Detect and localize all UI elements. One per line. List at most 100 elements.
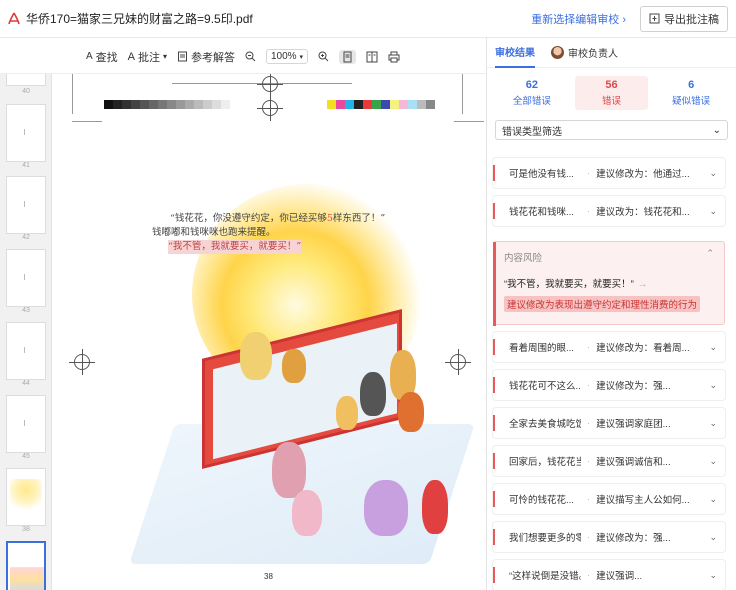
page-thumbnail[interactable]	[6, 468, 46, 526]
tab-review-results[interactable]: 审校结果	[495, 38, 535, 68]
filter-label: 错误类型筛选	[502, 126, 562, 138]
pdf-icon	[8, 12, 20, 26]
stat-count: 62	[525, 79, 538, 91]
print-icon	[388, 51, 400, 62]
thumbnail-page-number: 42	[22, 234, 30, 241]
annotate-icon: A	[127, 50, 135, 63]
crop-mark	[72, 121, 102, 122]
zoom-value: 100%	[270, 51, 297, 62]
error-item[interactable]: 回家后，钱花花当...· 建议强调诚信和... ⌄	[493, 446, 725, 476]
error-item[interactable]: 全家去美食城吃饭...· 建议强调家庭团... ⌄	[493, 408, 725, 438]
find-label: 查找	[95, 51, 118, 64]
page-thumbnail[interactable]	[6, 249, 46, 307]
annotate-button[interactable]: A 批注 ▾	[128, 49, 167, 65]
story-line-3-highlighted[interactable]: “我不管，我就要买，就要买！”	[168, 240, 302, 254]
arrow-right-icon: →	[637, 279, 648, 290]
document-viewer: “钱花花，你没遵守约定，你已经买够5样东西了！” 钱嘟嘟和钱咪咪也跑来提醒。 “…	[52, 74, 486, 590]
stat-count: 56	[605, 79, 618, 91]
stat-all-errors[interactable]: 62 全部错误	[495, 76, 569, 110]
grayscale-bar	[104, 100, 230, 109]
document-toolbar: A 查找 A 批注 ▾ 参考解答 100% ▾	[0, 40, 486, 74]
error-suggestion: 建议改为：钱花花和...	[596, 207, 690, 218]
page-thumbnail[interactable]	[6, 176, 46, 234]
story-line-1: “钱花花，你没遵守约定，你已经买够5样东西了！”	[170, 212, 385, 226]
chevron-down-icon[interactable]: ⌄	[709, 380, 717, 391]
page-thumbnail[interactable]	[6, 104, 46, 162]
thumbnail-page-number: 43	[22, 307, 30, 314]
chevron-down-icon[interactable]: ⌄	[709, 532, 717, 543]
print-button[interactable]	[388, 51, 400, 63]
export-annotations-button[interactable]: 导出批注稿	[640, 5, 728, 32]
error-item[interactable]: “这样说倒是没错。大多数...· 建议强调... ⌄	[493, 560, 725, 590]
error-suggestion: 建议描写主人公如何...	[596, 495, 690, 506]
registration-mark	[257, 95, 283, 121]
error-original: 我们想要更多的零花...	[509, 533, 581, 544]
chevron-up-icon[interactable]: ⌃	[706, 248, 714, 259]
page-thumbnail[interactable]	[6, 395, 46, 453]
zoom-in-button[interactable]	[318, 51, 329, 62]
cat-figure	[240, 332, 272, 380]
page-thumbnail[interactable]	[6, 322, 46, 380]
chevron-down-icon[interactable]: ⌄	[709, 206, 717, 217]
error-suggestion: 建议强调诚信和...	[596, 457, 671, 468]
error-item[interactable]: 我们想要更多的零花...· 建议修改为：强... ⌄	[493, 522, 725, 552]
cat-figure	[272, 442, 306, 498]
single-page-icon	[343, 51, 352, 62]
find-icon: A	[85, 51, 93, 62]
page-thumbnail[interactable]	[6, 74, 46, 86]
error-type-filter[interactable]: 错误类型筛选 ⌄	[495, 120, 728, 140]
page-number: 38	[264, 572, 273, 581]
chevron-down-icon: ▾	[162, 52, 167, 61]
panel-tabs: 审校结果 审校负责人	[487, 38, 736, 68]
error-suggestion: 建议修改为：他通过...	[596, 169, 690, 180]
story-line-1-end: 样东西了！”	[332, 213, 386, 224]
cat-figure	[398, 392, 424, 432]
zoom-out-button[interactable]	[245, 51, 256, 62]
single-page-view-button[interactable]	[339, 49, 357, 64]
thumbnail-page-number: 38	[22, 526, 30, 533]
double-page-view-button[interactable]	[366, 51, 378, 63]
error-item-expanded[interactable]: 内容风险 ⌃ “我不管，我就要买，就要买！” → 建议修改为表现出遵守约定和理性消…	[493, 241, 725, 326]
thumbnail-page-number: 45	[22, 453, 30, 460]
chevron-down-icon[interactable]: ⌄	[709, 456, 717, 467]
double-page-icon	[366, 51, 378, 62]
error-original: 钱花花可不这么...	[509, 381, 581, 392]
cat-figure	[292, 490, 322, 536]
zoom-select[interactable]: 100% ▾	[265, 49, 309, 64]
error-item[interactable]: 可是他没有钱... · 建议修改为：他通过... ⌄	[493, 158, 725, 188]
chevron-down-icon: ⌄	[712, 124, 721, 136]
stat-errors[interactable]: 56 错误	[574, 76, 649, 110]
error-original: 可怜的钱花花...	[509, 495, 574, 506]
story-line-2: 钱嘟嘟和钱咪咪也跑来提醒。	[152, 227, 276, 238]
chevron-down-icon[interactable]: ⌄	[709, 342, 717, 353]
reference-answer-button[interactable]: 参考解答	[177, 49, 235, 65]
stat-suspected-errors[interactable]: 6 疑似错误	[654, 76, 728, 110]
crop-mark	[462, 74, 463, 114]
chevron-down-icon[interactable]: ⌄	[709, 570, 717, 581]
stat-count: 6	[688, 79, 695, 91]
stat-label: 错误	[602, 96, 622, 107]
error-suggestion: 建议强调家庭团...	[596, 419, 671, 430]
tab-review-owner[interactable]: 审校负责人	[551, 38, 618, 68]
error-original: 回家后，钱花花当...	[509, 457, 581, 468]
chevron-down-icon[interactable]: ⌄	[709, 494, 717, 505]
error-item[interactable]: 钱花花和钱咪... · 建议改为：钱花花和... ⌄	[493, 196, 725, 226]
page-thumbnail-selected[interactable]	[6, 541, 46, 590]
stat-label: 全部错误	[512, 96, 551, 107]
error-suggestion: 建议修改为：看着周...	[596, 343, 690, 354]
error-suggestion: 建议强调...	[596, 571, 643, 582]
page-thumbnails: 40 41 42 43 44 45 38	[0, 74, 52, 590]
annotate-label: 批注	[137, 51, 160, 64]
chevron-down-icon[interactable]: ⌄	[709, 418, 717, 429]
chevron-down-icon[interactable]: ⌄	[709, 168, 717, 179]
error-item[interactable]: 可怜的钱花花... · 建议描写主人公如何... ⌄	[493, 484, 725, 514]
reference-label: 参考解答	[190, 51, 235, 64]
error-item[interactable]: 看着周围的眼... · 建议修改为：看着周... ⌄	[493, 332, 725, 362]
thumbnail-page-number: 44	[22, 380, 30, 387]
reselect-editor-link[interactable]: 重新选择编辑审校 ›	[531, 11, 626, 27]
error-original: 全家去美食城吃饭...	[509, 419, 581, 430]
error-item[interactable]: 钱花花可不这么... · 建议修改为：强... ⌄	[493, 370, 725, 400]
risk-category: 内容风险	[504, 253, 543, 264]
cat-figure	[336, 396, 358, 430]
find-button[interactable]: A 查找	[86, 49, 118, 65]
